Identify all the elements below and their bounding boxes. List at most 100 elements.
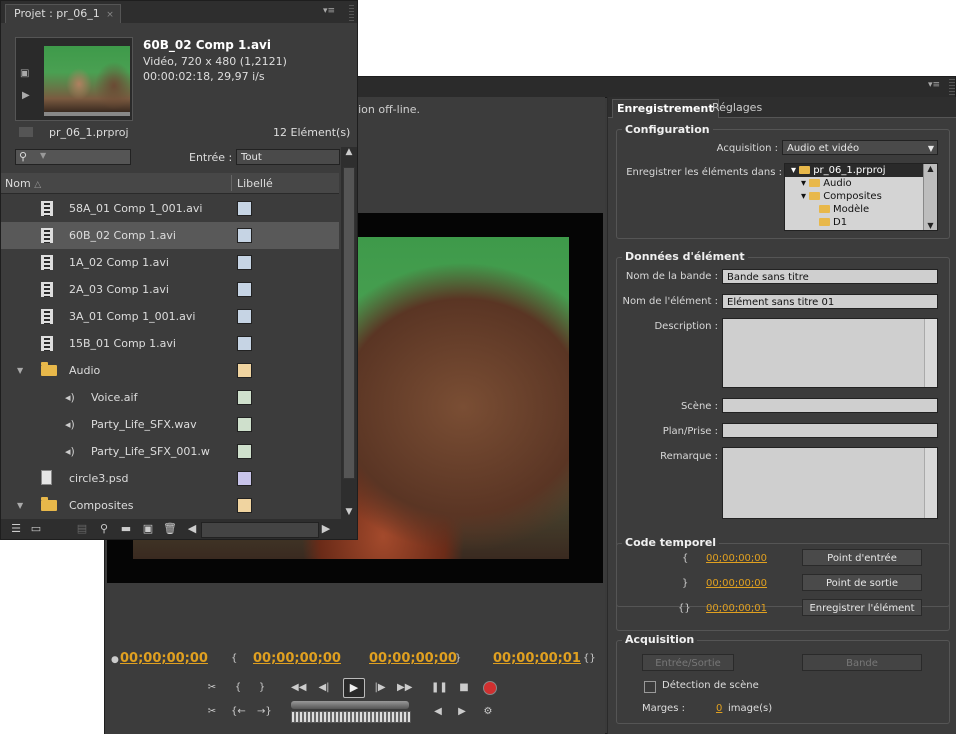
description-scrollbar[interactable] bbox=[924, 319, 937, 387]
in-timecode-value[interactable]: 00;00;00;00 bbox=[706, 553, 767, 564]
comment-field[interactable] bbox=[722, 447, 938, 519]
label-color-swatch[interactable] bbox=[237, 255, 252, 270]
record-icon[interactable] bbox=[483, 681, 497, 695]
shot-field[interactable] bbox=[722, 423, 938, 438]
project-item-row[interactable]: 1A_02 Comp 1.avi bbox=[1, 249, 339, 276]
capture-type-select[interactable]: Audio et vidéo ▼ bbox=[782, 140, 938, 155]
shuttle-slider[interactable] bbox=[291, 701, 409, 709]
description-field[interactable] bbox=[722, 318, 938, 388]
project-item-row[interactable]: circle3.psd bbox=[1, 465, 339, 492]
project-tab[interactable]: Projet : pr_06_1 × bbox=[5, 4, 121, 23]
scene-detect-icon[interactable]: ✂ bbox=[205, 705, 219, 719]
scene-detect-checkbox[interactable] bbox=[644, 681, 656, 693]
rewind-icon[interactable]: ◀◀ bbox=[291, 681, 306, 695]
scroll-up-icon[interactable]: ▲ bbox=[341, 147, 357, 157]
handles-value[interactable]: 0 bbox=[716, 703, 722, 714]
scroll-right-icon[interactable]: ▶ bbox=[319, 522, 333, 536]
find-icon[interactable]: ⚲ bbox=[97, 522, 111, 536]
label-color-swatch[interactable] bbox=[237, 228, 252, 243]
pause-icon[interactable]: ❚❚ bbox=[431, 681, 448, 695]
new-item-icon[interactable]: ▣ bbox=[141, 522, 155, 536]
goto-out-icon[interactable]: →} bbox=[257, 705, 272, 719]
comment-scrollbar[interactable] bbox=[924, 448, 937, 518]
automate-icon[interactable]: ▤ bbox=[75, 522, 89, 536]
label-color-swatch[interactable] bbox=[237, 471, 252, 486]
fast-forward-icon[interactable]: ▶▶ bbox=[397, 681, 412, 695]
label-color-swatch[interactable] bbox=[237, 336, 252, 351]
label-color-swatch[interactable] bbox=[237, 309, 252, 324]
label-color-swatch[interactable] bbox=[237, 498, 252, 513]
project-item-row[interactable]: 58A_01 Comp 1_001.avi bbox=[1, 195, 339, 222]
out-timecode[interactable]: 00;00;00;00 bbox=[369, 651, 457, 666]
capture-tape-button[interactable]: Bande bbox=[802, 654, 922, 671]
scrollbar-thumb[interactable] bbox=[343, 167, 355, 479]
label-color-swatch[interactable] bbox=[237, 390, 252, 405]
tape-name-field[interactable]: Bande sans titre bbox=[722, 269, 938, 284]
expand-icon[interactable]: ▼ bbox=[17, 357, 23, 384]
project-item-row[interactable]: 15B_01 Comp 1.avi bbox=[1, 330, 339, 357]
scroll-up-icon[interactable]: ▲ bbox=[924, 164, 937, 173]
set-out-button[interactable]: Point de sortie bbox=[802, 574, 922, 591]
tree-item-audio[interactable]: ▾ Audio bbox=[801, 177, 852, 190]
stop-icon[interactable]: ■ bbox=[457, 681, 471, 695]
grip-icon[interactable] bbox=[349, 5, 354, 21]
project-item-row[interactable]: 2A_03 Comp 1.avi bbox=[1, 276, 339, 303]
panel-menu-icon[interactable]: ▾≡ bbox=[925, 80, 943, 92]
column-label[interactable]: Libellé bbox=[237, 177, 273, 190]
duration-timecode[interactable]: 00;00;00;01 bbox=[493, 651, 581, 666]
scene-field[interactable] bbox=[722, 398, 938, 413]
set-in-button[interactable]: Point d'entrée bbox=[802, 549, 922, 566]
label-color-swatch[interactable] bbox=[237, 444, 252, 459]
column-divider[interactable] bbox=[231, 175, 232, 191]
step-forward-icon[interactable]: |▶ bbox=[373, 681, 387, 695]
column-name[interactable]: Nom △ bbox=[5, 177, 41, 190]
horizontal-scrollbar[interactable] bbox=[201, 522, 319, 538]
bin-tree[interactable]: ▾ pr_06_1.prproj ▾ Audio ▾ Composites Mo… bbox=[784, 163, 938, 231]
goto-in-icon[interactable]: {← bbox=[231, 705, 246, 719]
search-input[interactable]: ⚲ ▼ bbox=[15, 149, 131, 165]
panel-menu-icon[interactable]: ▾≡ bbox=[323, 6, 335, 16]
delete-icon[interactable]: 🗑 bbox=[163, 522, 177, 536]
icon-view-icon[interactable]: ▭ bbox=[29, 522, 43, 536]
search-dropdown-icon[interactable]: ▼ bbox=[40, 151, 46, 160]
entry-select[interactable]: Tout bbox=[236, 149, 340, 165]
out-timecode-value[interactable]: 00;00;00;00 bbox=[706, 578, 767, 589]
capture-inout-button[interactable]: Entrée/Sortie bbox=[642, 654, 734, 671]
in-timecode[interactable]: 00;00;00;00 bbox=[253, 651, 341, 666]
project-item-row[interactable]: 60B_02 Comp 1.avi bbox=[1, 222, 339, 249]
project-item-row[interactable]: ▼ Composites bbox=[1, 492, 339, 517]
project-item-row[interactable]: ◂) Party_Life_SFX_001.w bbox=[1, 438, 339, 465]
set-in-icon[interactable]: { bbox=[231, 681, 245, 695]
label-color-swatch[interactable] bbox=[237, 282, 252, 297]
current-timecode[interactable]: 00;00;00;00 bbox=[120, 651, 208, 666]
set-out-icon[interactable]: } bbox=[255, 681, 269, 695]
tree-item-template[interactable]: Modèle bbox=[819, 203, 869, 216]
new-bin-icon[interactable]: ▬ bbox=[119, 522, 133, 536]
play-button[interactable]: ▶ bbox=[343, 678, 365, 698]
close-icon[interactable]: × bbox=[106, 10, 114, 20]
label-color-swatch[interactable] bbox=[237, 201, 252, 216]
play-icon[interactable]: ▶ bbox=[22, 90, 30, 101]
tab-logging[interactable]: Enregistrement bbox=[612, 99, 719, 118]
tab-settings[interactable]: Réglages bbox=[708, 99, 766, 117]
project-item-row[interactable]: ▼ Audio bbox=[1, 357, 339, 384]
record-tool-icon[interactable]: ⚙ bbox=[481, 705, 495, 719]
tree-item-project[interactable]: ▾ pr_06_1.prproj bbox=[785, 164, 929, 177]
poster-frame-icon[interactable]: ▣ bbox=[20, 68, 29, 79]
label-color-swatch[interactable] bbox=[237, 417, 252, 432]
duration-value[interactable]: 00;00;00;01 bbox=[706, 603, 767, 614]
tree-item-composites[interactable]: ▾ Composites bbox=[801, 190, 882, 203]
scroll-left-icon[interactable]: ◀ bbox=[185, 522, 199, 536]
project-item-row[interactable]: ◂) Party_Life_SFX.wav bbox=[1, 411, 339, 438]
slow-play-icon[interactable]: ▶ bbox=[455, 705, 469, 719]
project-item-row[interactable]: ◂) Voice.aif bbox=[1, 384, 339, 411]
grip-icon[interactable] bbox=[949, 79, 955, 95]
scroll-down-icon[interactable]: ▼ bbox=[341, 507, 357, 517]
log-clip-button[interactable]: Enregistrer l'élément bbox=[802, 599, 922, 616]
slow-reverse-icon[interactable]: ◀ bbox=[431, 705, 445, 719]
label-color-swatch[interactable] bbox=[237, 363, 252, 378]
step-back-icon[interactable]: ◀| bbox=[317, 681, 331, 695]
expand-icon[interactable]: ▼ bbox=[17, 492, 23, 517]
scene-search-icon[interactable]: ✂ bbox=[205, 681, 219, 695]
scroll-down-icon[interactable]: ▼ bbox=[924, 221, 937, 230]
